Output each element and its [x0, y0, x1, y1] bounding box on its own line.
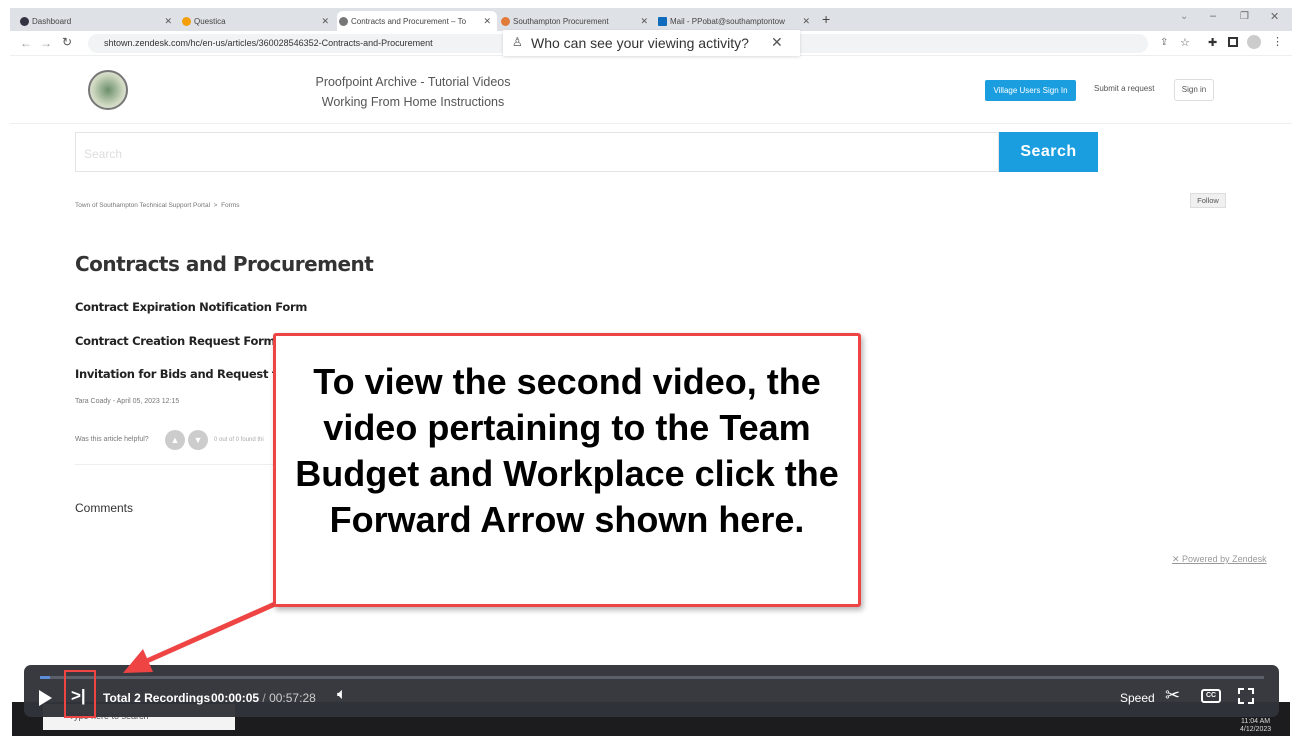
arrow-shaft	[138, 601, 277, 667]
instruction-callout: To view the second video, the video pert…	[273, 333, 861, 607]
